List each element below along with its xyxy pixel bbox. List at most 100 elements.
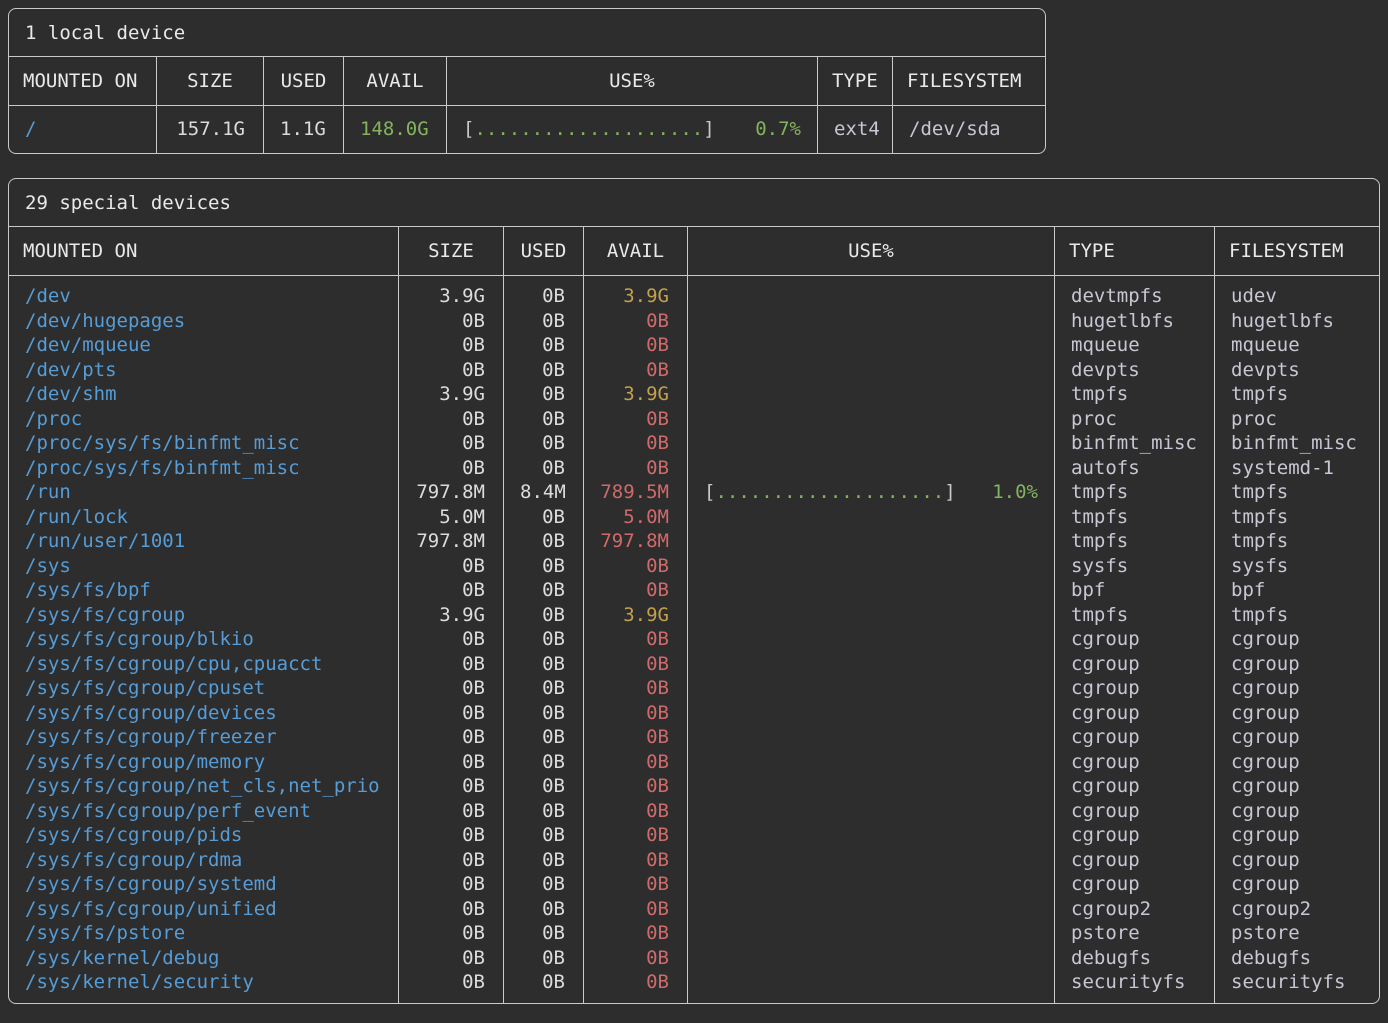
used-cell: 0B — [504, 652, 584, 677]
column-header: FILESYSTEM — [1215, 227, 1379, 275]
device-row: /sys/kernel/security0B0B0Bsecurityfssecu… — [9, 970, 1379, 995]
usage-percent: 1.0% — [992, 480, 1038, 505]
use-percent-cell — [688, 848, 1055, 873]
use-percent-cell — [688, 921, 1055, 946]
mount-point-cell: /sys/fs/bpf — [9, 578, 399, 603]
column-header: MOUNTED ON — [9, 57, 157, 105]
spacer-cell — [399, 995, 504, 1003]
filesystem-cell: cgroup — [1215, 676, 1379, 701]
mount-point-cell: /sys/fs/cgroup — [9, 603, 399, 628]
column-header: USED — [504, 227, 584, 275]
use-percent-cell: [....................] 0.7% — [447, 106, 818, 153]
table-title: 1 local device — [9, 9, 1045, 57]
device-row: /sys/fs/cgroup/pids0B0B0Bcgroupcgroup — [9, 823, 1379, 848]
filesystem-cell: tmpfs — [1215, 505, 1379, 530]
avail-cell: 0B — [584, 627, 688, 652]
filesystem-cell: cgroup — [1215, 774, 1379, 799]
used-cell: 0B — [504, 505, 584, 530]
avail-cell: 0B — [584, 872, 688, 897]
spacer-cell — [504, 995, 584, 1003]
device-row: /sys/fs/cgroup3.9G0B3.9Gtmpfstmpfs — [9, 603, 1379, 628]
used-cell: 0B — [504, 603, 584, 628]
type-cell: debugfs — [1055, 946, 1215, 971]
size-cell: 0B — [399, 921, 504, 946]
avail-cell: 797.8M — [584, 529, 688, 554]
device-row: /sys/fs/cgroup/systemd0B0B0Bcgroupcgroup — [9, 872, 1379, 897]
bar-dots: .................... — [715, 481, 944, 503]
mount-point-cell: /run — [9, 480, 399, 505]
filesystem-cell: cgroup — [1215, 725, 1379, 750]
type-cell: bpf — [1055, 578, 1215, 603]
size-cell: 0B — [399, 554, 504, 579]
avail-cell: 0B — [584, 897, 688, 922]
mount-point-cell: /sys/kernel/debug — [9, 946, 399, 971]
device-row: /sys/fs/cgroup/memory0B0B0Bcgroupcgroup — [9, 750, 1379, 775]
avail-cell: 0B — [584, 921, 688, 946]
avail-cell: 3.9G — [584, 284, 688, 309]
type-cell: cgroup — [1055, 774, 1215, 799]
device-row: /sys/fs/cgroup/unified0B0B0Bcgroup2cgrou… — [9, 897, 1379, 922]
mount-point-cell: /sys — [9, 554, 399, 579]
size-cell: 0B — [399, 652, 504, 677]
avail-cell: 0B — [584, 578, 688, 603]
size-cell: 797.8M — [399, 529, 504, 554]
usage-percent: 0.7% — [755, 106, 801, 153]
avail-cell: 0B — [584, 701, 688, 726]
type-cell: cgroup — [1055, 627, 1215, 652]
avail-cell: 0B — [584, 774, 688, 799]
filesystem-cell: systemd-1 — [1215, 456, 1379, 481]
spacer-cell — [1215, 995, 1379, 1003]
type-cell: cgroup — [1055, 799, 1215, 824]
mount-point-cell: /sys/fs/cgroup/unified — [9, 897, 399, 922]
device-row: /sys/fs/cgroup/perf_event0B0B0Bcgroupcgr… — [9, 799, 1379, 824]
filesystem-cell: devpts — [1215, 358, 1379, 383]
use-percent-cell — [688, 799, 1055, 824]
mount-point-cell: /sys/fs/cgroup/cpuset — [9, 676, 399, 701]
device-row: /proc/sys/fs/binfmt_misc0B0B0Bautofssyst… — [9, 456, 1379, 481]
column-header: TYPE — [1055, 227, 1215, 275]
device-row: /157.1G1.1G148.0G[....................]0… — [9, 106, 1045, 153]
avail-cell: 0B — [584, 431, 688, 456]
use-percent-cell — [688, 701, 1055, 726]
used-cell: 0B — [504, 799, 584, 824]
filesystem-cell: tmpfs — [1215, 603, 1379, 628]
used-cell: 0B — [504, 676, 584, 701]
used-cell: 0B — [504, 725, 584, 750]
size-cell: 157.1G — [157, 106, 264, 153]
used-cell: 8.4M — [504, 480, 584, 505]
spacer-cell — [9, 276, 399, 284]
avail-cell: 0B — [584, 970, 688, 995]
device-row: /sys0B0B0Bsysfssysfs — [9, 554, 1379, 579]
size-cell: 0B — [399, 578, 504, 603]
type-cell: tmpfs — [1055, 505, 1215, 530]
filesystem-cell: udev — [1215, 284, 1379, 309]
type-cell: cgroup — [1055, 848, 1215, 873]
mount-point-cell: /dev/pts — [9, 358, 399, 383]
device-row: /sys/fs/bpf0B0B0Bbpfbpf — [9, 578, 1379, 603]
filesystem-cell: binfmt_misc — [1215, 431, 1379, 456]
filesystem-cell: cgroup2 — [1215, 897, 1379, 922]
device-row: /sys/fs/cgroup/cpu,cpuacct0B0B0Bcgroupcg… — [9, 652, 1379, 677]
spacer-cell — [399, 276, 504, 284]
type-cell: mqueue — [1055, 333, 1215, 358]
size-cell: 0B — [399, 407, 504, 432]
filesystem-cell: securityfs — [1215, 970, 1379, 995]
size-cell: 3.9G — [399, 284, 504, 309]
device-row: /sys/fs/cgroup/devices0B0B0Bcgroupcgroup — [9, 701, 1379, 726]
type-cell: cgroup — [1055, 725, 1215, 750]
filesystem-cell: cgroup — [1215, 750, 1379, 775]
size-cell: 0B — [399, 823, 504, 848]
column-header: SIZE — [157, 57, 264, 105]
usage-bar: [....................] — [463, 106, 715, 153]
use-percent-cell — [688, 578, 1055, 603]
device-row: /sys/fs/pstore0B0B0Bpstorepstore — [9, 921, 1379, 946]
device-row: /run797.8M8.4M789.5M[...................… — [9, 480, 1379, 505]
mount-point-cell: /sys/fs/cgroup/net_cls,net_prio — [9, 774, 399, 799]
mount-point-cell: /proc/sys/fs/binfmt_misc — [9, 456, 399, 481]
use-percent-cell: [....................]1.0% — [688, 480, 1055, 505]
avail-cell: 0B — [584, 652, 688, 677]
device-row: /dev/pts0B0B0Bdevptsdevpts — [9, 358, 1379, 383]
size-cell: 0B — [399, 456, 504, 481]
avail-cell: 0B — [584, 358, 688, 383]
avail-cell: 0B — [584, 848, 688, 873]
